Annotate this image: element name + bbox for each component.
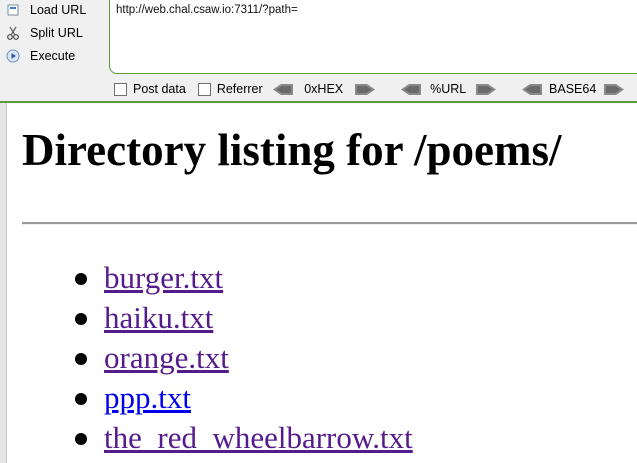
split-url-button[interactable]: Split URL bbox=[6, 23, 83, 43]
url-decode-arrow-icon[interactable] bbox=[400, 83, 421, 95]
hackbar-options: Post data Referrer 0xHEX %URL BASE64 bbox=[114, 80, 624, 98]
list-item: orange.txt bbox=[75, 338, 413, 378]
list-item: haiku.txt bbox=[75, 298, 413, 338]
hex-decode-arrow-icon[interactable] bbox=[272, 83, 293, 95]
url-encode-arrow-icon[interactable] bbox=[475, 83, 496, 95]
url-textarea[interactable]: http://web.chal.csaw.io:7311/?path= bbox=[109, 0, 637, 74]
referrer-toggle[interactable]: Referrer bbox=[197, 82, 263, 96]
hex-label: 0xHEX bbox=[304, 82, 344, 96]
file-link[interactable]: orange.txt bbox=[104, 340, 229, 375]
hex-encode-arrow-icon[interactable] bbox=[354, 83, 375, 95]
load-url-label: Load URL bbox=[30, 3, 87, 17]
base64-encoder: BASE64 bbox=[521, 82, 624, 96]
file-link[interactable]: burger.txt bbox=[104, 260, 223, 295]
list-item: burger.txt bbox=[75, 258, 413, 298]
referrer-label: Referrer bbox=[216, 82, 263, 96]
page-title: Directory listing for /poems/ bbox=[22, 125, 562, 175]
file-list: burger.txt haiku.txt orange.txt ppp.txt the_… bbox=[75, 258, 413, 458]
load-url-icon bbox=[6, 3, 20, 17]
hex-encoder: 0xHEX bbox=[272, 82, 375, 96]
execute-label: Execute bbox=[30, 49, 76, 63]
list-item: the_red_wheelbarrow.txt bbox=[75, 418, 413, 458]
split-url-label: Split URL bbox=[30, 26, 83, 40]
horizontal-rule bbox=[22, 222, 637, 225]
post-data-label: Post data bbox=[133, 82, 186, 96]
play-icon bbox=[6, 49, 20, 63]
hackbar-toolbar: Load URL Split URL Execute http://web.ch… bbox=[0, 0, 637, 103]
post-data-toggle[interactable]: Post data bbox=[114, 82, 186, 96]
execute-button[interactable]: Execute bbox=[6, 46, 75, 66]
load-url-button[interactable]: Load URL bbox=[6, 0, 86, 20]
bullet-icon bbox=[75, 433, 87, 445]
post-data-checkbox[interactable] bbox=[114, 82, 127, 96]
page-content: Directory listing for /poems/ burger.txt… bbox=[0, 103, 637, 463]
base64-encode-arrow-icon[interactable] bbox=[603, 83, 624, 95]
file-link[interactable]: haiku.txt bbox=[104, 300, 213, 335]
url-value: http://web.chal.csaw.io:7311/?path= bbox=[116, 4, 298, 16]
bullet-icon bbox=[75, 313, 87, 325]
bullet-icon bbox=[75, 353, 87, 365]
file-link[interactable]: ppp.txt bbox=[104, 380, 191, 415]
base64-label: BASE64 bbox=[549, 82, 597, 96]
url-enc-label: %URL bbox=[430, 82, 467, 96]
url-encoder: %URL bbox=[400, 82, 496, 96]
sidebar-edge[interactable] bbox=[0, 103, 7, 463]
referrer-checkbox[interactable] bbox=[197, 82, 211, 96]
bullet-icon bbox=[75, 273, 87, 285]
bullet-icon bbox=[75, 393, 87, 405]
list-item: ppp.txt bbox=[75, 378, 413, 418]
base64-decode-arrow-icon[interactable] bbox=[521, 83, 542, 95]
file-link[interactable]: the_red_wheelbarrow.txt bbox=[104, 420, 413, 455]
scissors-icon bbox=[6, 26, 20, 40]
